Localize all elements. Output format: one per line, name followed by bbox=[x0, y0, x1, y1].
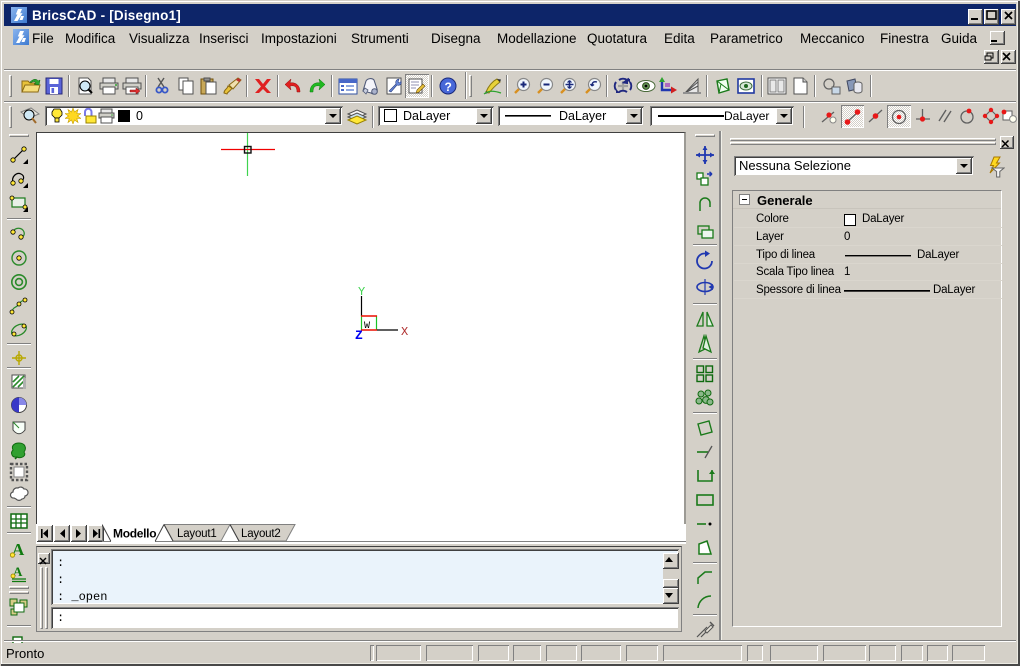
svg-text:X: X bbox=[401, 325, 408, 339]
svg-text:Layout1: Layout1 bbox=[177, 528, 217, 540]
svg-text:?: ? bbox=[445, 80, 452, 94]
svg-text:Layout2: Layout2 bbox=[241, 528, 281, 540]
svg-text:Modello: Modello bbox=[113, 527, 156, 541]
svg-text:W: W bbox=[364, 321, 370, 332]
svg-text:Z: Z bbox=[355, 328, 363, 343]
